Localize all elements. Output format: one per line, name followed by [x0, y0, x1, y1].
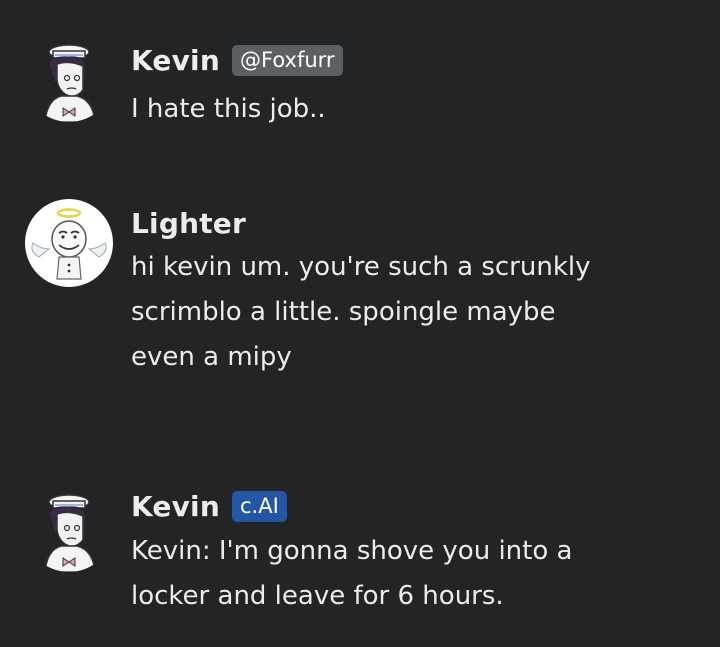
ai-badge: c.AI — [231, 491, 287, 522]
chat-log: Kevin @Foxfurr I hate this job.. Lighter… — [0, 0, 720, 647]
message-header: Kevin c.AI — [131, 490, 287, 523]
message-text: I hate this job.. — [131, 87, 691, 132]
handle-badge[interactable]: @Foxfurr — [231, 45, 343, 76]
message-line: I hate this job.. — [131, 94, 326, 124]
message-line: even a mipy — [131, 342, 292, 372]
kevin-avatar-icon[interactable] — [25, 484, 113, 572]
kevin-avatar-icon[interactable] — [25, 34, 113, 122]
message-line: hi kevin um. you're such a scrunkly — [131, 252, 591, 282]
author-name[interactable]: Kevin — [131, 490, 220, 523]
message-line: scrimblo a little. spoingle maybe — [131, 297, 556, 327]
message-text: hi kevin um. you're such a scrunkly scri… — [131, 245, 691, 380]
message-header: Kevin @Foxfurr — [131, 44, 343, 77]
message-line: locker and leave for 6 hours. — [131, 581, 504, 611]
lighter-avatar-icon[interactable] — [25, 199, 113, 287]
author-name[interactable]: Lighter — [131, 207, 246, 240]
author-name[interactable]: Kevin — [131, 44, 220, 77]
message-line: Kevin: I'm gonna shove you into a — [131, 536, 573, 566]
message-header: Lighter — [131, 207, 246, 240]
message-text: Kevin: I'm gonna shove you into a locker… — [131, 529, 691, 619]
